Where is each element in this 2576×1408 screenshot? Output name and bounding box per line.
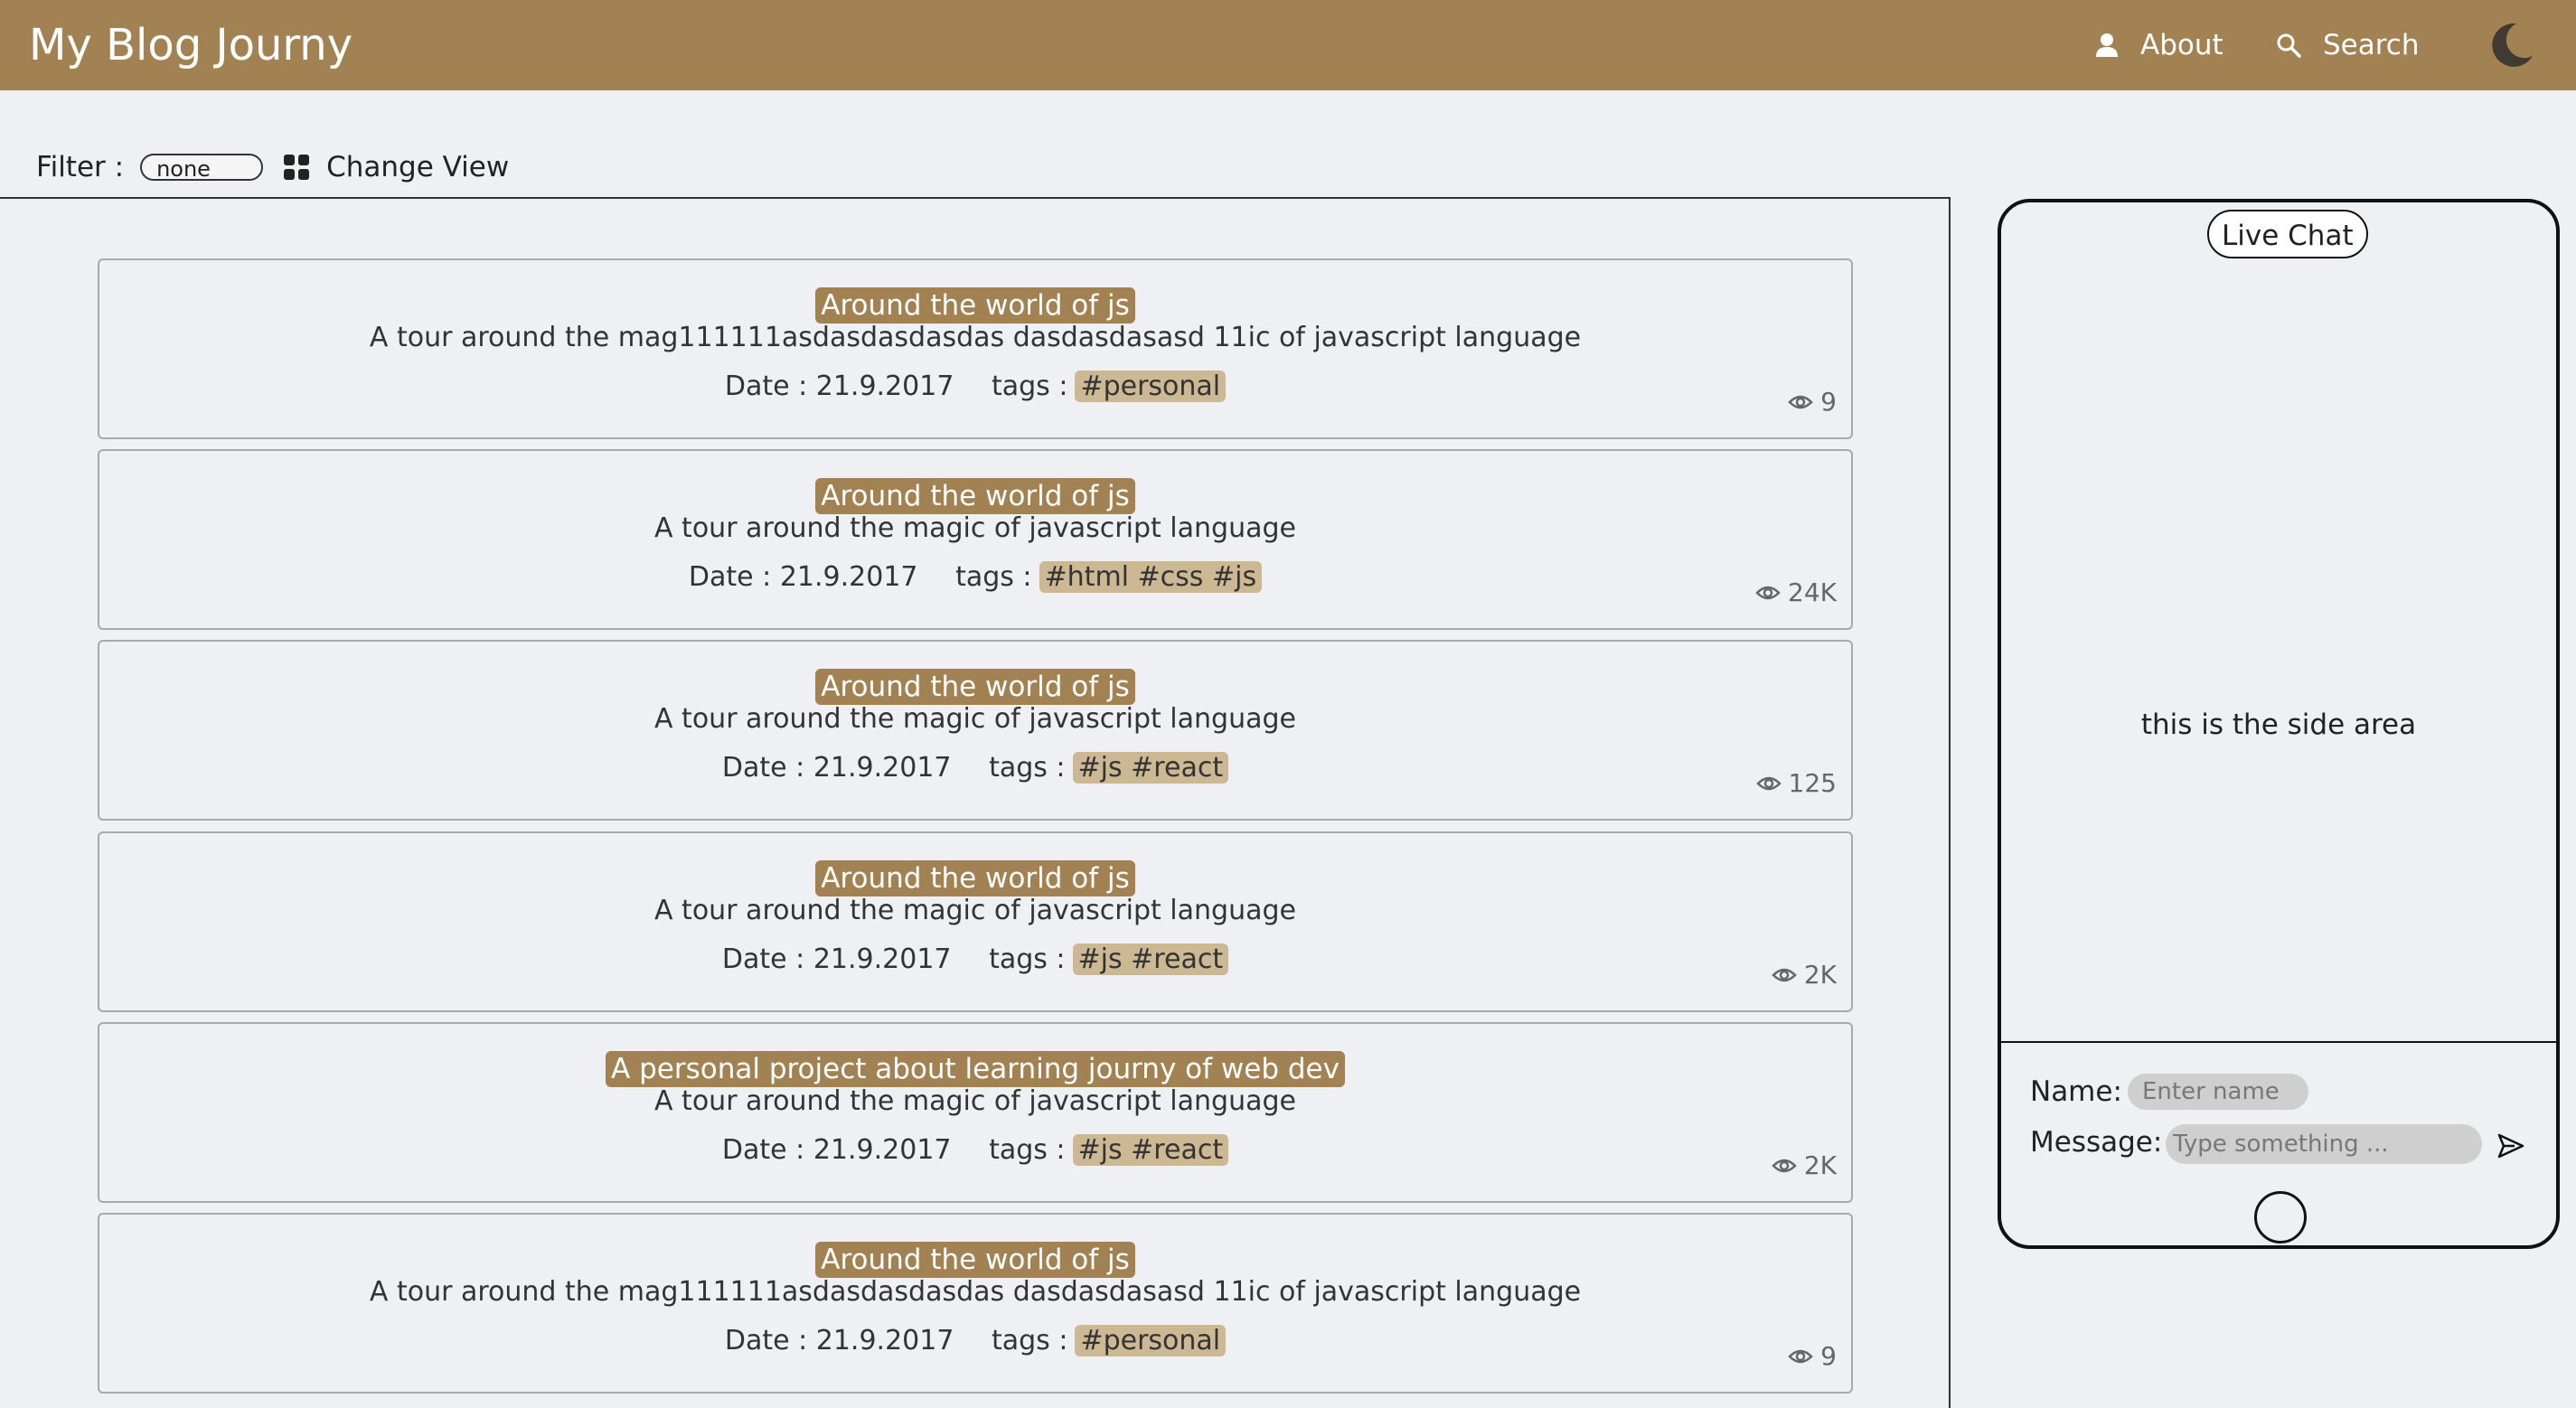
post-meta: Date : 21.9.2017 tags : #js #react: [99, 943, 1851, 975]
nav-about-link[interactable]: About: [2095, 0, 2223, 90]
grid-icon: [284, 155, 310, 180]
eye-icon: [1755, 586, 1781, 599]
name-input[interactable]: Enter name: [2128, 1074, 2308, 1110]
filter-label: Filter :: [36, 151, 125, 183]
date-label: Date :: [724, 1325, 808, 1356]
change-view-button[interactable]: Change View: [283, 151, 509, 183]
nav-search-label: Search: [2323, 29, 2420, 61]
post-title[interactable]: Around the world of js: [815, 860, 1135, 896]
post-title[interactable]: Around the world of js: [815, 287, 1135, 324]
date-label: Date :: [721, 752, 805, 784]
change-view-label: Change View: [326, 151, 510, 183]
views-count: 9: [1820, 387, 1837, 417]
chat-divider: [2001, 1041, 2556, 1043]
views-count: 9: [1820, 1341, 1837, 1371]
date-label: Date :: [721, 1134, 805, 1166]
views-count: 2K: [1803, 960, 1837, 990]
date-label: Date :: [721, 943, 805, 975]
post-meta: Date : 21.9.2017 tags : #js #react: [99, 1134, 1851, 1166]
post-meta: Date : 21.9.2017 tags : #personal: [99, 1325, 1851, 1356]
tags-label: tags :: [989, 1134, 1066, 1166]
user-icon: [2096, 33, 2118, 57]
home-button[interactable]: [2254, 1191, 2307, 1244]
post-tags[interactable]: #js #react: [1072, 943, 1229, 975]
post-date: 21.9.2017: [813, 1134, 952, 1166]
live-chat-title[interactable]: Live Chat: [2207, 210, 2368, 258]
tags-label: tags :: [955, 561, 1032, 593]
eye-icon: [1772, 968, 1797, 981]
post-date: 21.9.2017: [813, 752, 952, 784]
post-tags[interactable]: #js #react: [1072, 752, 1229, 784]
eye-icon: [1772, 1159, 1797, 1172]
views-count: 2K: [1803, 1150, 1837, 1180]
post-date: 21.9.2017: [779, 561, 918, 593]
site-title[interactable]: My Blog Journy: [29, 0, 353, 90]
post-description: A tour around the mag111111asdasdasdasda…: [369, 322, 1582, 353]
post-description: A tour around the mag111111asdasdasdasda…: [369, 1276, 1582, 1308]
date-label: Date :: [688, 561, 772, 593]
post-views: 2K: [1772, 1150, 1837, 1180]
side-area-text: this is the side area: [2140, 709, 2417, 741]
filter-toolbar: Filter : none Change View: [36, 145, 509, 190]
post-title[interactable]: Around the world of js: [815, 478, 1135, 514]
top-navbar: My Blog Journy About Search: [0, 0, 2576, 90]
tags-label: tags :: [991, 371, 1068, 402]
post-card[interactable]: Around the world of js A tour around the…: [98, 449, 1853, 630]
post-tags[interactable]: #html #css #js: [1039, 561, 1263, 593]
post-title[interactable]: A personal project about learning journy…: [606, 1051, 1345, 1087]
live-chat-panel: Live Chat this is the side area Name: En…: [1998, 199, 2560, 1249]
post-views: 24K: [1755, 577, 1837, 607]
search-icon: [2277, 33, 2301, 58]
tags-label: tags :: [989, 943, 1066, 975]
post-description: A tour around the magic of javascript la…: [654, 1085, 1296, 1117]
post-title[interactable]: Around the world of js: [815, 1242, 1135, 1278]
post-description: A tour around the magic of javascript la…: [654, 703, 1296, 735]
post-views: 2K: [1772, 960, 1837, 990]
post-card[interactable]: Around the world of js A tour around the…: [98, 258, 1853, 439]
tags-label: tags :: [991, 1325, 1068, 1356]
eye-icon: [1755, 776, 1782, 790]
post-date: 21.9.2017: [815, 371, 954, 402]
message-label: Message:: [2030, 1126, 2163, 1159]
send-icon[interactable]: [2496, 1131, 2525, 1160]
post-card[interactable]: Around the world of js A tour around the…: [98, 640, 1853, 821]
post-tags[interactable]: #personal: [1075, 371, 1227, 402]
post-title[interactable]: Around the world of js: [815, 669, 1135, 705]
post-date: 21.9.2017: [813, 943, 952, 975]
message-input[interactable]: Type something ...: [2166, 1124, 2482, 1164]
post-tags[interactable]: #js #react: [1072, 1134, 1229, 1166]
post-meta: Date : 21.9.2017 tags : #personal: [99, 371, 1851, 402]
nav-search-link[interactable]: Search: [2276, 0, 2420, 90]
eye-icon: [1788, 1349, 1813, 1363]
name-label: Name:: [2030, 1075, 2122, 1108]
eye-icon: [1788, 395, 1813, 408]
views-count: 24K: [1788, 577, 1837, 607]
post-meta: Date : 21.9.2017 tags : #html #css #js: [99, 561, 1851, 593]
post-views: 125: [1755, 768, 1837, 798]
tags-label: tags :: [989, 752, 1066, 784]
date-label: Date :: [724, 371, 808, 402]
views-count: 125: [1788, 768, 1837, 798]
post-card[interactable]: Around the world of js A tour around the…: [98, 831, 1853, 1012]
post-description: A tour around the magic of javascript la…: [654, 512, 1296, 544]
post-card[interactable]: A personal project about learning journy…: [98, 1022, 1853, 1203]
post-tags[interactable]: #personal: [1075, 1325, 1227, 1356]
nav-about-label: About: [2140, 29, 2223, 61]
filter-select[interactable]: none: [140, 154, 264, 182]
moon-icon[interactable]: [2486, 20, 2536, 70]
post-card[interactable]: Around the world of js A tour around the…: [98, 1213, 1853, 1394]
post-views: 9: [1788, 1341, 1837, 1371]
post-views: 9: [1788, 387, 1837, 417]
post-date: 21.9.2017: [815, 1325, 954, 1356]
post-description: A tour around the magic of javascript la…: [654, 895, 1296, 926]
post-feed[interactable]: Around the world of js A tour around the…: [0, 197, 1951, 1408]
post-meta: Date : 21.9.2017 tags : #js #react: [99, 752, 1851, 784]
